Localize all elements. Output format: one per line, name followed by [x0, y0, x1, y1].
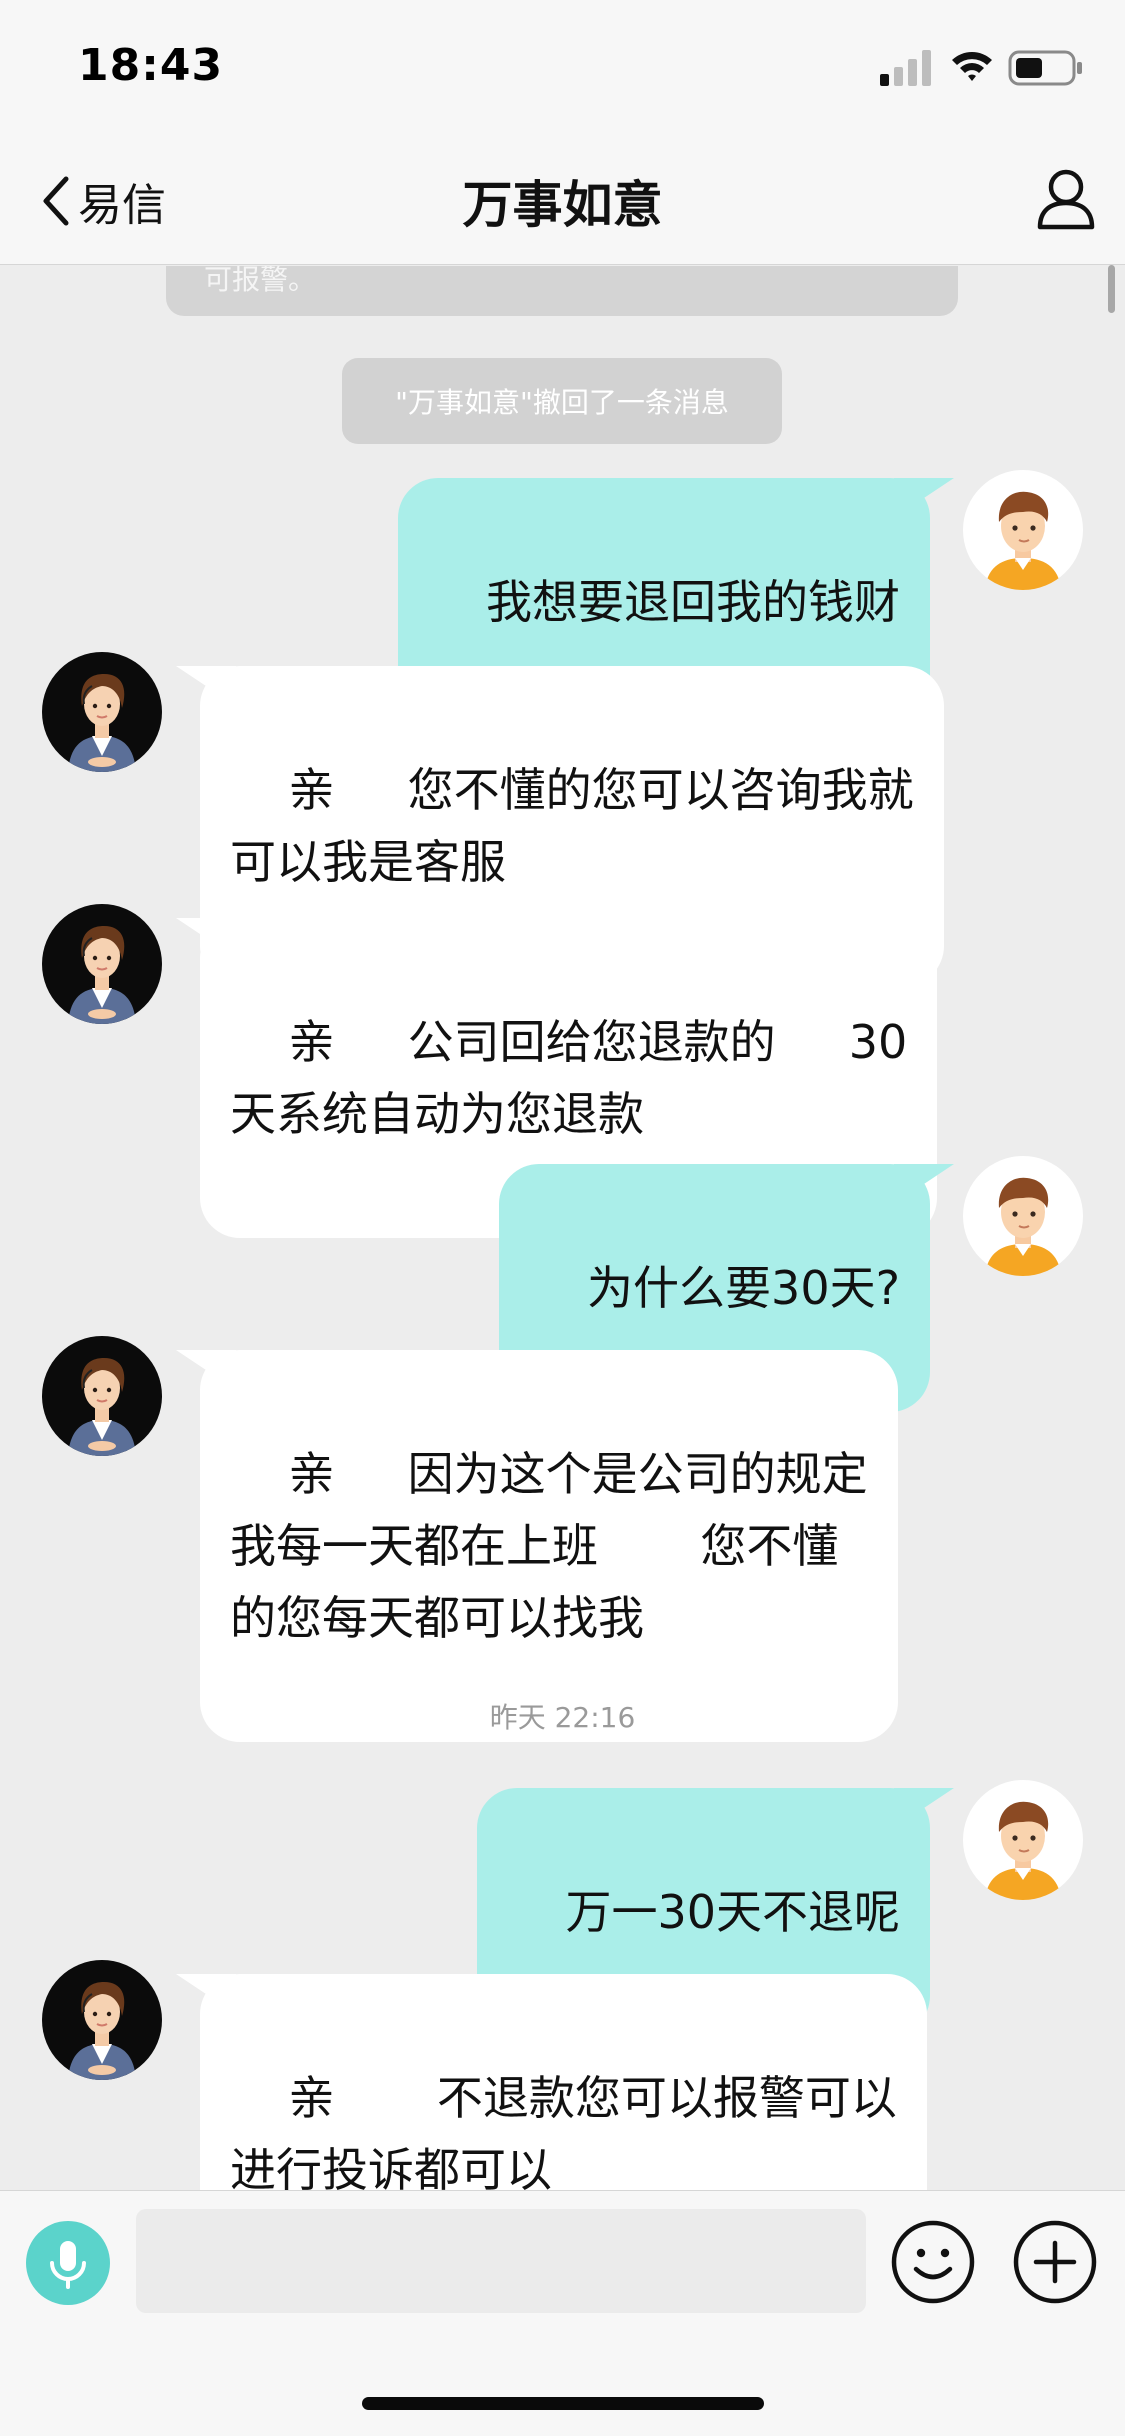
person-icon[interactable] [1036, 167, 1096, 231]
status-time: 18:43 [78, 40, 224, 91]
user-avatar-icon [985, 1177, 1061, 1276]
user-avatar[interactable] [963, 1156, 1083, 1276]
message-timestamp: 昨天 22:16 [489, 1701, 636, 1734]
agent-avatar-icon [68, 674, 136, 772]
agent-avatar[interactable] [42, 1336, 162, 1456]
voice-button[interactable] [26, 2221, 110, 2305]
message-text: 万一30天不退呢 [565, 1885, 900, 1939]
plus-circle-icon[interactable] [1012, 2219, 1098, 2305]
message-text: 为什么要30天? [587, 1261, 900, 1315]
battery-icon [1008, 50, 1082, 86]
message-text: 亲 不退款您可以报警可以 进行投诉都可以 [230, 2071, 897, 2190]
user-avatar-icon [985, 1801, 1061, 1900]
agent-avatar-icon [68, 1358, 136, 1456]
agent-avatar-icon [68, 926, 136, 1024]
agent-avatar-icon [68, 1982, 136, 2080]
user-avatar-icon [985, 491, 1061, 590]
message-text: 亲 您不懂的您可以咨询我就 可以我是客服 [230, 763, 914, 889]
chat-area[interactable]: 可报警。 "万事如意"撤回了一条消息 我想要退回我的钱财 亲 您不懂的您可以咨询… [0, 266, 1125, 2190]
recall-notice: "万事如意"撤回了一条消息 [342, 358, 782, 444]
message-text: 亲 因为这个是公司的规定 我每一天都在上班 您不懂 的您每天都可以找我 [230, 1447, 868, 1645]
message-text: 亲 公司回给您退款的 30 天系统自动为您退款 [230, 1015, 908, 1141]
message-bubble-incoming[interactable]: 亲 因为这个是公司的规定 我每一天都在上班 您不懂 的您每天都可以找我 [200, 1350, 898, 1742]
chat-title: 万事如意 [462, 176, 663, 234]
user-avatar[interactable] [963, 470, 1083, 590]
home-indicator[interactable] [362, 2397, 764, 2410]
agent-avatar[interactable] [42, 904, 162, 1024]
recall-notice-text: "万事如意"撤回了一条消息 [395, 386, 729, 419]
previous-message-bubble: 可报警。 [166, 266, 958, 316]
message-text: 我想要退回我的钱财 [486, 575, 900, 629]
smiley-icon[interactable] [890, 2219, 976, 2305]
cellular-signal-icon [880, 50, 931, 86]
user-avatar[interactable] [963, 1780, 1083, 1900]
previous-message-text: 可报警。 [204, 266, 317, 296]
message-bubble-incoming[interactable]: 亲 不退款您可以报警可以 进行投诉都可以 [200, 1974, 927, 2190]
status-bar: 18:43 [0, 0, 1125, 135]
scroll-indicator[interactable] [1108, 265, 1115, 313]
agent-avatar[interactable] [42, 652, 162, 772]
wifi-icon [952, 52, 992, 81]
microphone-icon [50, 2241, 86, 2289]
agent-avatar[interactable] [42, 1960, 162, 2080]
nav-bar: 易信 万事如意 [0, 135, 1125, 265]
message-input[interactable] [136, 2209, 866, 2313]
